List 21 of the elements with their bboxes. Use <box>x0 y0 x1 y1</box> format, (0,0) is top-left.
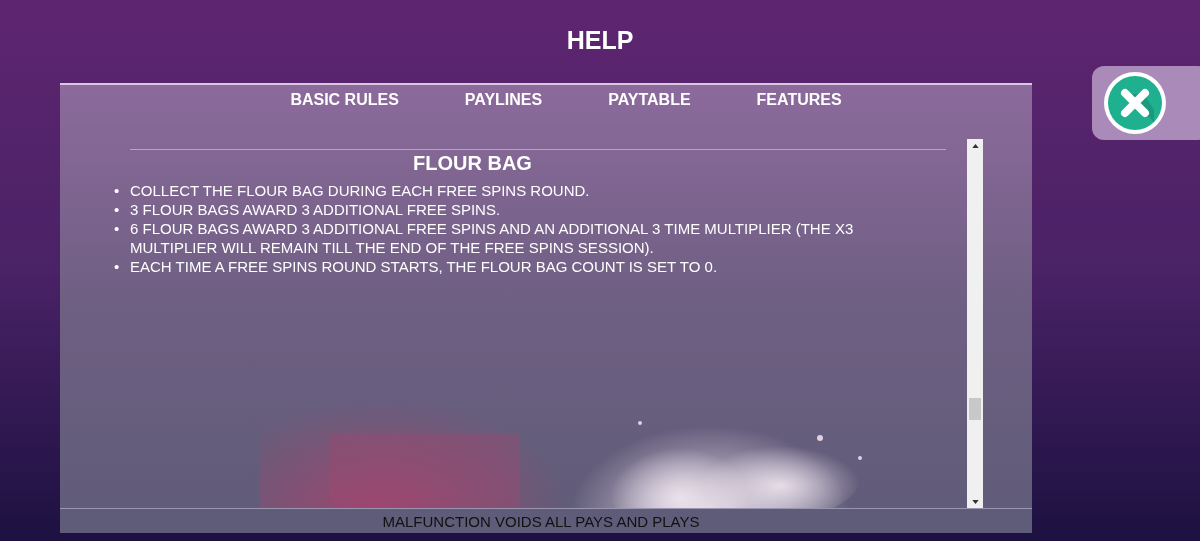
bullet: • <box>114 181 121 200</box>
close-icon <box>1102 70 1168 136</box>
bullet: • <box>114 219 121 238</box>
help-tab[interactable]: PAYTABLE <box>608 91 691 109</box>
scroll-thumb[interactable] <box>969 397 981 420</box>
down-arrow-icon[interactable] <box>971 500 979 504</box>
footer-text: MALFUNCTION VOIDS ALL PAYS AND PLAYS <box>382 512 700 530</box>
rule-item: COLLECT THE FLOUR BAG DURING EACH FREE SPINS ROUND. <box>130 181 591 200</box>
bullet: • <box>114 257 121 276</box>
rule-item: 6 FLOUR BAGS AWARD 3 ADDITIONAL FREE SPINS AND AN ADDITIONAL 3 TIME MULTIPLIER (THE X3 MULTIPLIER WILL REMAIN TILL THE END OF THE FREE SPINS SESSION). <box>130 219 855 257</box>
rule-item: 3 FLOUR BAGS AWARD 3 ADDITIONAL FREE SPINS. <box>130 200 502 219</box>
help-tab[interactable]: FEATURES <box>756 91 842 109</box>
scrollbar[interactable] <box>967 139 983 508</box>
help-title: HELP <box>566 26 634 56</box>
help-tab[interactable]: PAYLINES <box>464 91 543 109</box>
section-heading: FLOUR BAG <box>412 152 533 175</box>
close-button[interactable] <box>1092 66 1200 140</box>
up-arrow-icon[interactable] <box>971 144 979 148</box>
rule-item: EACH TIME A FREE SPINS ROUND STARTS, THE FLOUR BAG COUNT IS SET TO 0. <box>130 257 719 276</box>
bullet: • <box>114 200 121 219</box>
help-tab[interactable]: BASIC RULES <box>290 91 399 109</box>
